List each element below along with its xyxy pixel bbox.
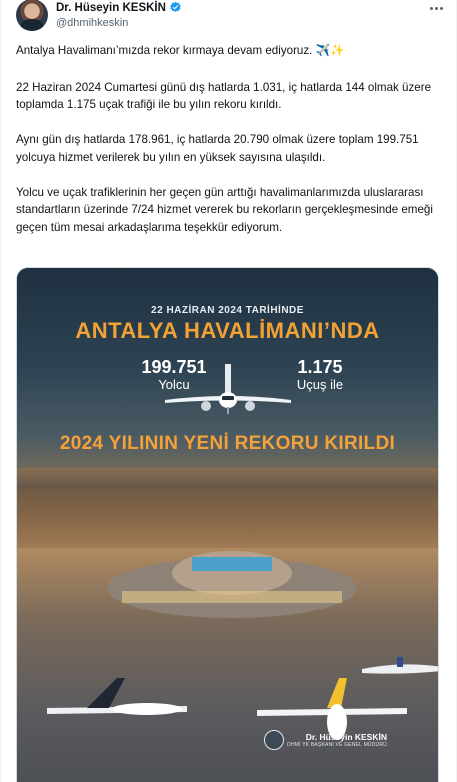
column-border-left <box>0 0 1 782</box>
author-handle[interactable]: @dhmihkeskin <box>56 17 128 29</box>
tweet-paragraph-1: Antalya Havalimanı’mızda rekor kırmaya d… <box>16 44 345 57</box>
airplane-icon <box>165 364 291 414</box>
image-signature-name: Dr. Hüseyin KESKİN <box>305 732 387 742</box>
avatar[interactable] <box>16 0 48 31</box>
author-name-row[interactable]: Dr. Hüseyin KESKİN <box>56 1 182 14</box>
verified-badge-icon <box>170 1 181 12</box>
image-signature: Dr. Hüseyin KESKİN DHMİ YK BAŞKANI VE GE… <box>147 732 387 748</box>
tweet-paragraph-2: 22 Haziran 2024 Cumartesi günü dış hatla… <box>16 80 432 112</box>
more-options-icon[interactable] <box>427 2 445 14</box>
image-title: ANTALYA HAVALİMANI’NDA <box>75 318 380 343</box>
image-subtitle: 22 HAZİRAN 2024 TARİHİNDE <box>151 305 304 316</box>
author-name[interactable]: Dr. Hüseyin KESKİN <box>56 2 166 14</box>
tweet-paragraph-3: Aynı gün dış hatlarda 178.961, iç hatlar… <box>16 133 419 164</box>
tweet-header: Dr. Hüseyin KESKİN @dhmihkeskin <box>16 0 445 40</box>
terminal-building <box>107 551 357 618</box>
parked-aircraft-left <box>47 678 187 715</box>
tweet-media-image[interactable]: 22 HAZİRAN 2024 TARİHİNDE ANTALYA HAVALİ… <box>16 267 439 782</box>
record-headline: 2024 YILININ YENİ REKORU KIRILDI <box>59 433 396 454</box>
image-signature-role: DHMİ YK BAŞKANI VE GENEL MÜDÜRÜ <box>287 742 387 748</box>
tweet-paragraph-4: Yolcu ve uçak trafiklerinin her geçen gü… <box>16 185 433 234</box>
tweet-body: Antalya Havalimanı’mızda rekor kırmaya d… <box>16 42 436 254</box>
